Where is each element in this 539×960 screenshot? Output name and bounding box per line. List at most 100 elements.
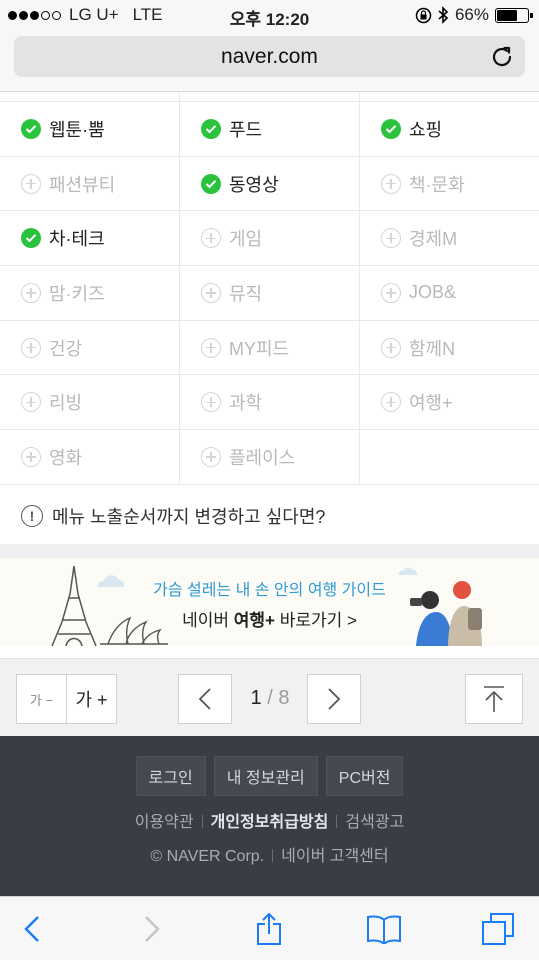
bookmarks-button[interactable] xyxy=(366,911,402,947)
plus-icon xyxy=(381,282,401,303)
section-divider xyxy=(0,544,539,558)
font-larger-button[interactable]: 가 + xyxy=(67,675,116,723)
topic-label: 리빙 xyxy=(49,393,83,414)
topic-label: 여행+ xyxy=(409,393,453,414)
scroll-top-button[interactable] xyxy=(465,674,523,724)
topic-item[interactable]: 푸드 xyxy=(180,102,360,156)
terms-link[interactable]: 이용약관 xyxy=(135,814,194,831)
plus-icon xyxy=(381,228,401,249)
topic-label: 웹툰·뿜 xyxy=(49,119,105,140)
topic-item[interactable]: 뮤직 xyxy=(180,266,360,320)
topic-item[interactable]: JOB& xyxy=(360,266,539,320)
topic-item[interactable]: 건강 xyxy=(0,320,180,375)
battery-percent: 66% xyxy=(454,5,489,24)
pager-bar: 가 − 가 + 1 / 8 xyxy=(0,658,539,736)
forward-button[interactable] xyxy=(134,911,170,947)
travel-banner[interactable]: 가슴 설레는 내 손 안의 여행 가이드 네이버 여행+ 바로가기 > xyxy=(0,558,539,646)
font-smaller-button[interactable]: 가 − xyxy=(17,675,67,723)
check-icon xyxy=(21,118,41,139)
plus-icon xyxy=(381,337,401,358)
plus-icon xyxy=(201,282,221,303)
footer-divider xyxy=(272,849,274,862)
travelers-illustration xyxy=(410,581,482,646)
topic-item[interactable]: 여행+ xyxy=(360,375,539,429)
plus-icon xyxy=(201,392,221,413)
topic-item[interactable]: 차·테크 xyxy=(0,211,180,266)
plus-icon xyxy=(381,392,401,413)
privacy-link[interactable]: 개인정보취급방침 xyxy=(211,814,329,831)
plus-icon xyxy=(21,173,41,194)
footer-buttons: 로그인 내 정보관리 PC버전 xyxy=(0,756,539,796)
status-bar: LG U+ LTE 오후 12:20 66% xyxy=(0,0,539,30)
topic-label: 푸드 xyxy=(229,119,263,140)
topic-item[interactable]: 영화 xyxy=(0,430,180,484)
current-page: 1 xyxy=(250,687,262,709)
topic-label: 차·테크 xyxy=(49,229,105,250)
topic-item[interactable]: 리빙 xyxy=(0,375,180,430)
topic-item[interactable]: MY피드 xyxy=(180,320,360,375)
plus-icon xyxy=(21,392,41,413)
footer: 로그인 내 정보관리 PC버전 이용약관 개인정보취급방침 검색광고 © NAVER… xyxy=(0,736,539,896)
plus-icon xyxy=(21,337,41,358)
bookmarks-icon xyxy=(367,915,401,944)
topic-row: 차·테크 게임 경제M xyxy=(0,211,539,267)
prev-page-button[interactable] xyxy=(178,674,232,724)
check-icon xyxy=(21,228,41,249)
topic-item[interactable]: 패션뷰티 xyxy=(0,156,180,211)
search-ads-link[interactable]: 검색광고 xyxy=(345,814,404,831)
topic-item[interactable]: 맘·키즈 xyxy=(0,266,180,320)
customer-center-link[interactable]: 네이버 고객센터 xyxy=(281,848,389,865)
topic-label: MY피드 xyxy=(229,338,290,359)
topic-item[interactable]: 웹툰·뿜 xyxy=(0,102,180,156)
footer-links: 이용약관 개인정보취급방침 검색광고 xyxy=(0,808,539,832)
topic-item[interactable]: 게임 xyxy=(180,211,360,266)
topic-label: 뮤직 xyxy=(229,283,263,304)
reload-icon[interactable] xyxy=(489,44,515,70)
address-field[interactable]: naver.com xyxy=(14,36,525,77)
banner-line2-bold: 여행+ xyxy=(233,611,275,630)
topic-item[interactable]: 과학 xyxy=(180,375,360,430)
banner-line2-prefix: 네이버 xyxy=(182,611,234,630)
check-icon xyxy=(381,118,401,139)
topic-label: 과학 xyxy=(229,393,263,414)
topic-label: 패션뷰티 xyxy=(49,174,116,195)
topic-row: 웹툰·뿜 푸드 쇼핑 xyxy=(0,102,539,157)
back-arrow-icon xyxy=(24,916,39,942)
topic-item[interactable]: 경제M xyxy=(360,211,539,265)
topic-label: 책·문화 xyxy=(409,174,465,195)
url-text: naver.com xyxy=(221,44,318,68)
share-button[interactable] xyxy=(251,911,287,947)
login-button[interactable]: 로그인 xyxy=(135,756,206,796)
topic-label: 건강 xyxy=(49,338,83,359)
plus-icon xyxy=(201,446,221,467)
topic-label: 쇼핑 xyxy=(409,119,443,140)
footer-divider xyxy=(336,815,338,828)
font-size-controls: 가 − 가 + xyxy=(16,674,117,724)
topic-row: 영화 플레이스 xyxy=(0,430,539,485)
info-icon: ! xyxy=(21,505,43,527)
topic-row: 리빙 과학 여행+ xyxy=(0,375,539,431)
footer-divider xyxy=(201,815,203,828)
tabs-button[interactable] xyxy=(480,911,516,947)
next-page-button[interactable] xyxy=(307,674,361,724)
browser-toolbar xyxy=(0,896,539,960)
topic-item[interactable]: 책·문화 xyxy=(360,157,539,211)
empty-cell xyxy=(360,430,539,484)
copyright-text: © NAVER Corp. xyxy=(150,848,265,865)
menu-order-notice[interactable]: ! 메뉴 노출순서까지 변경하고 싶다면? xyxy=(0,488,539,544)
page-separator: / xyxy=(267,687,273,709)
my-info-button[interactable]: 내 정보관리 xyxy=(213,756,318,796)
topic-label: 동영상 xyxy=(229,174,279,195)
topic-item[interactable]: 플레이스 xyxy=(180,430,360,484)
back-button[interactable] xyxy=(14,911,50,947)
total-pages: 8 xyxy=(278,687,290,709)
pc-version-button[interactable]: PC버전 xyxy=(325,756,404,796)
topic-label: 플레이스 xyxy=(229,447,296,468)
address-bar-area: naver.com xyxy=(0,30,539,92)
topic-item[interactable]: 쇼핑 xyxy=(360,102,539,156)
topic-label: 함께N xyxy=(409,338,456,359)
topic-item[interactable]: 함께N xyxy=(360,321,539,375)
rotation-lock-icon xyxy=(415,7,432,23)
topic-item[interactable]: 동영상 xyxy=(180,156,360,211)
tabs-icon xyxy=(482,913,514,945)
